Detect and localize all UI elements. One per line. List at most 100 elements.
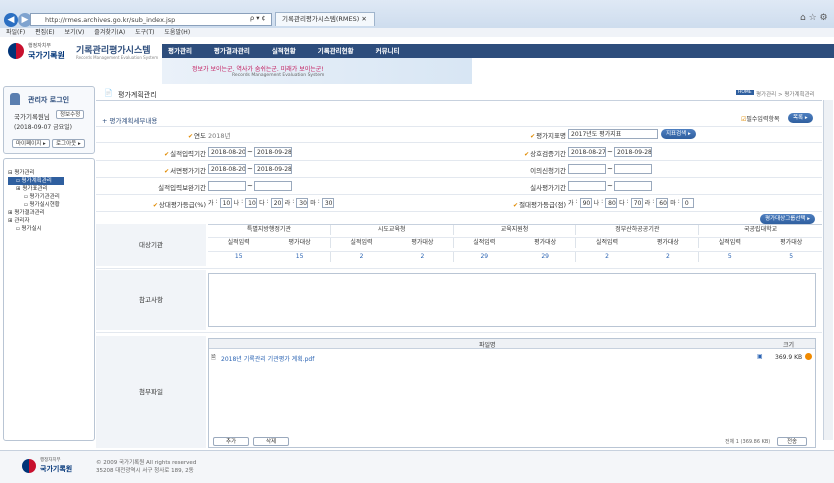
menu-tools[interactable]: 도구(T)	[135, 29, 154, 36]
delete-file-button[interactable]: 삭제	[253, 437, 289, 446]
value-cell: 5	[789, 253, 794, 260]
abs-grade-c[interactable]: 70	[630, 198, 643, 208]
rel-grade-b[interactable]: 10	[245, 198, 258, 208]
doc-label: 서면평가기간	[136, 165, 206, 175]
menu-edit[interactable]: 편집(E)	[35, 29, 55, 36]
doc-icon: 📄	[104, 89, 113, 97]
browser-tab[interactable]: 기록관리평가시스템(RMES) ✕	[275, 12, 375, 26]
group-header: 국공립대학교	[744, 226, 778, 233]
value-cell: 5	[727, 253, 732, 260]
value-cell: 2	[392, 252, 454, 262]
home-star-gear-icons[interactable]: ⌂ ☆ ⚙	[800, 13, 828, 23]
group-header: 교육지원청	[454, 225, 577, 235]
nav-eval-manage[interactable]: 평가관리	[168, 44, 192, 58]
site-footer: 행정자치부 국가기록원 © 2009 국가기록원 All rights rese…	[0, 450, 834, 483]
subheader-row: 실적입력 평가대상 실적입력 평가대상 실적입력 평가대상 실적입력 평가대상 실적입력…	[208, 237, 822, 248]
login-date: (2018-09-07 금요일)	[14, 124, 73, 131]
appeal-from-input[interactable]	[568, 164, 606, 174]
required-legend: ☑필수입력항목	[741, 116, 780, 123]
tree-label: 평가기관관리	[29, 194, 60, 200]
perf-to-input[interactable]: 2018-09-28	[254, 147, 292, 157]
abs-grade-d[interactable]: 60	[656, 198, 669, 208]
appeal-to-input[interactable]	[614, 164, 652, 174]
menu-help[interactable]: 도움말(H)	[164, 29, 190, 36]
appeal-label: 이의신청기간	[530, 167, 566, 175]
remove-icon[interactable]	[805, 353, 812, 360]
footer-org: 국가기록원	[40, 465, 73, 473]
perf-from-input[interactable]: 2018-08-20	[208, 147, 246, 157]
page-scrollbar[interactable]	[823, 100, 833, 440]
rel-grade-c[interactable]: 20	[270, 198, 283, 208]
nav-perf-status[interactable]: 실적현황	[272, 44, 296, 58]
browser-menubar: 파일(F) 편집(E) 보기(V) 즐겨찾기(A) 도구(T) 도움말(H)	[0, 28, 834, 37]
tree-item-eval-plan[interactable]: ▫ 평가계획관리	[8, 177, 64, 185]
login-title: 관리자 로그인	[28, 96, 70, 104]
send-button[interactable]: 전송	[777, 437, 807, 446]
search-icon[interactable]: ρ ▾ ¢	[250, 14, 266, 22]
tree-item-admin[interactable]: ⊞ 관리자	[8, 217, 94, 225]
group-header: 시도교육청	[331, 225, 454, 235]
add-file-button[interactable]: 추가	[213, 437, 249, 446]
mutual-from-input[interactable]: 2018-08-27	[568, 147, 606, 157]
subcol-header: 실적입력	[718, 239, 741, 246]
mypage-button[interactable]: 마이페이지 ▸	[12, 139, 50, 148]
tree-item-eval-sheet[interactable]: ⊞ 평가표관리	[8, 185, 94, 193]
group-header: 특별지방행정기관	[208, 225, 331, 235]
site-from-input[interactable]	[568, 181, 606, 191]
login-panel: 관리자 로그인 국가기록원님 정보수정 (2018-09-07 금요일) 마이페…	[3, 86, 95, 154]
suppl-to-input[interactable]	[254, 181, 292, 191]
menu-view[interactable]: 보기(V)	[65, 29, 85, 36]
slogan-sub: Records Management Evaluation System	[232, 73, 325, 78]
tree-item-eval-run[interactable]: ▫ 평가실시	[8, 225, 94, 233]
tree-label: 평가실시	[21, 226, 42, 232]
address-bar[interactable]: http://rmes.archives.go.kr/sub_index.jsp	[30, 13, 272, 26]
copyright: © 2009 국가기록원 All rights reserved	[96, 460, 197, 466]
rel-grade-inputs: 가:10 나:10 다:20 라:30 마:30	[208, 198, 334, 208]
note-textarea[interactable]	[208, 273, 816, 327]
logout-button[interactable]: 로그아웃 ▸	[52, 139, 85, 148]
attach-label: 첨부파일	[96, 336, 206, 448]
rel-grade-a[interactable]: 10	[219, 198, 232, 208]
org-small: 행정자치부	[28, 43, 52, 49]
suppl-from-input[interactable]	[208, 181, 246, 191]
rel-grade-e[interactable]: 30	[321, 198, 334, 208]
tree-item-eval-status[interactable]: ▫ 평가실시현황	[8, 201, 94, 209]
save-icon[interactable]: ▣	[757, 353, 763, 360]
doc-to-input[interactable]: 2018-09-28	[254, 164, 292, 174]
tree-item-eval-manage[interactable]: ⊟ 평가관리	[8, 169, 94, 177]
edit-info-button[interactable]: 정보수정	[56, 110, 85, 119]
attach-header: 파일명 크기	[209, 339, 815, 349]
value-cell: 29	[515, 252, 577, 262]
year-value: 2018년	[208, 132, 231, 140]
file-name-link[interactable]: 2018년 기록관리 기관평가 계획.pdf	[221, 354, 314, 363]
abs-grade-label: 절대평가등급(점)	[496, 199, 566, 209]
group-header: 정부산하공공기관	[576, 225, 700, 235]
nav-eval-result[interactable]: 평가결과관리	[214, 44, 250, 58]
site-to-input[interactable]	[614, 181, 652, 191]
tree-item-eval-result[interactable]: ⊞ 평가결과관리	[8, 209, 94, 217]
menu-favorites[interactable]: 즐겨찾기(A)	[94, 29, 125, 36]
rel-grade-label: 상대평가등급(%)	[136, 199, 206, 209]
doc-from-input[interactable]: 2018-08-20	[208, 164, 246, 174]
back-icon[interactable]: ◀	[4, 13, 18, 27]
abs-grade-b[interactable]: 80	[605, 198, 618, 208]
menu-file[interactable]: 파일(F)	[6, 29, 25, 36]
attach-panel: 파일명 크기 🗎 2018년 기록관리 기관평가 계획.pdf ▣ 369.9 …	[208, 338, 816, 448]
list-button[interactable]: 목록 ▸	[788, 113, 813, 123]
abs-grade-e[interactable]: 0	[681, 198, 694, 208]
nav-community[interactable]: 커뮤니티	[376, 44, 400, 58]
group-header-row: 특별지방행정기관 시도교육청 교육지원청 정부산하공공기관 국공립대학교	[208, 225, 822, 235]
subcol-header: 평가대상	[638, 238, 700, 248]
org-group-select-button[interactable]: 평가대상그룹선택 ▸	[760, 214, 815, 224]
breadcrumb: 평가관리 > 평가계획관리	[756, 92, 815, 98]
rel-grade-d[interactable]: 30	[296, 198, 309, 208]
home-badge[interactable]: HOME	[736, 90, 754, 95]
sheet-search-button[interactable]: 지표검색 ▸	[661, 129, 696, 139]
target-table: 특별지방행정기관 시도교육청 교육지원청 정부산하공공기관 국공립대학교 실적입…	[208, 224, 822, 266]
footer-org-small: 행정자치부	[40, 458, 61, 463]
mutual-to-input[interactable]: 2018-09-28	[614, 147, 652, 157]
abs-grade-a[interactable]: 90	[579, 198, 592, 208]
tree-item-eval-org[interactable]: ▫ 평가기관관리	[8, 193, 94, 201]
nav-records-status[interactable]: 기록관리현황	[318, 44, 354, 58]
sheet-input[interactable]: 2017년도 평가지표	[568, 129, 658, 139]
